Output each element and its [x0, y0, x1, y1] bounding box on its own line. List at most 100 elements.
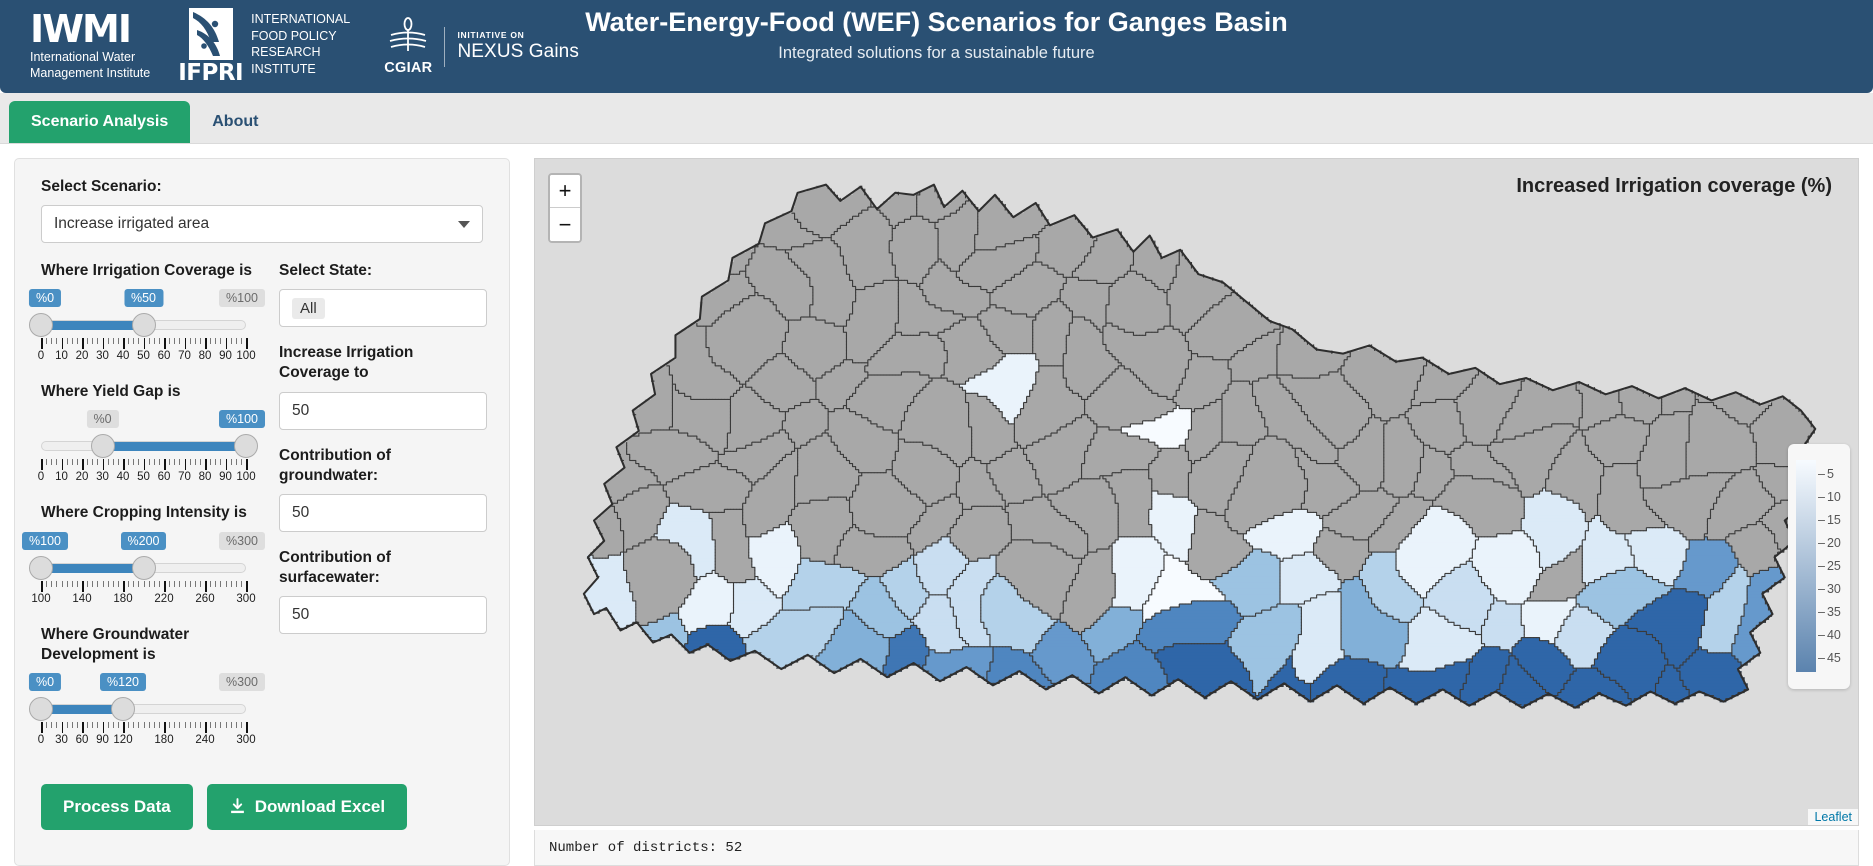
- slider-tick: [108, 459, 109, 465]
- slider-ruler-1: [41, 459, 246, 470]
- numeric-input-2[interactable]: 50: [279, 494, 487, 532]
- slider-handle-high-3[interactable]: [111, 697, 135, 721]
- slider-tick: [97, 581, 98, 587]
- slider-label-0: Where Irrigation Coverage is: [41, 261, 259, 281]
- numeric-input-1[interactable]: 50: [279, 392, 487, 430]
- slider-axis-label: 140: [72, 593, 91, 605]
- field-group-2: Contribution of groundwater:50: [279, 446, 487, 532]
- slider-tick: [241, 338, 242, 344]
- cgiar-initiative-name: NEXUS Gains: [457, 41, 578, 63]
- slider-tick: [154, 338, 155, 344]
- slider-handle-low-1[interactable]: [91, 434, 115, 458]
- slider-group-0: Where Irrigation Coverage is%0%50%100010…: [41, 261, 259, 366]
- slider-track-0[interactable]: [41, 313, 246, 337]
- slider-axis-label: 70: [178, 350, 191, 362]
- map-legend: 51015202530354045: [1788, 444, 1850, 689]
- slider-tick: [190, 722, 191, 728]
- slider-axis-label: 90: [219, 350, 232, 362]
- slider-handle-low-0[interactable]: [29, 313, 53, 337]
- slider-0-high-value: %50: [124, 289, 163, 307]
- slider-tick: [56, 338, 57, 344]
- cgiar-initiative-label: INITIATIVE ON: [457, 30, 578, 40]
- slider-tick: [179, 722, 180, 728]
- slider-tick: [87, 338, 88, 344]
- slider-tick: [128, 459, 129, 465]
- slider-3-low-value: %0: [29, 673, 61, 691]
- slider-tick: [67, 581, 68, 587]
- slider-tick: [246, 338, 248, 349]
- slider-tick: [200, 581, 201, 587]
- slider-tick: [241, 722, 242, 728]
- slider-tick: [154, 581, 155, 587]
- slider-axis-label: 300: [236, 734, 255, 746]
- ganges-basin-districts-map[interactable]: [535, 159, 1858, 825]
- slider-3-high-value: %120: [100, 673, 146, 691]
- field-value-3: 50: [292, 606, 309, 624]
- state-select[interactable]: All: [279, 289, 487, 327]
- slider-group-3: Where Groundwater Development is%0%120%3…: [41, 625, 259, 750]
- slider-axis-label: 260: [195, 593, 214, 605]
- slider-tick: [123, 722, 125, 733]
- slider-tick: [210, 459, 211, 465]
- download-excel-button[interactable]: Download Excel: [207, 784, 407, 830]
- slider-tick: [62, 722, 64, 733]
- slider-axis-label: 220: [154, 593, 173, 605]
- iwmi-wordmark-icon: IWMI: [30, 11, 130, 47]
- main-content: Select Scenario: Increase irrigated area…: [0, 144, 1873, 866]
- slider-axis-0: 0102030405060708090100: [41, 350, 246, 366]
- slider-handle-low-3[interactable]: [29, 697, 53, 721]
- slider-handle-high-2[interactable]: [132, 556, 156, 580]
- field-label-0: Select State:: [279, 261, 487, 281]
- map-title: Increased Irrigation coverage (%): [1516, 175, 1832, 198]
- slider-track-3[interactable]: [41, 697, 246, 721]
- legend-gradient-bar: [1796, 460, 1816, 672]
- slider-tick: [97, 459, 98, 465]
- map-district[interactable]: [633, 366, 673, 437]
- slider-tick: [113, 581, 114, 587]
- field-group-3: Contribution of surfacewater:50: [279, 548, 487, 634]
- slider-handle-low-2[interactable]: [29, 556, 53, 580]
- slider-tick: [62, 338, 64, 349]
- slider-tick: [46, 581, 47, 587]
- leaflet-attribution-link[interactable]: Leaflet: [1808, 809, 1858, 825]
- slider-tick: [123, 581, 125, 592]
- scenario-select[interactable]: Increase irrigated area: [41, 205, 483, 243]
- slider-tick: [46, 722, 47, 728]
- tab-about[interactable]: About: [190, 101, 280, 143]
- slider-axis-label: 90: [219, 471, 232, 483]
- slider-pips-0: %0%50%100: [41, 289, 259, 310]
- slider-tick: [77, 581, 78, 587]
- legend-tick: 20: [1818, 536, 1841, 550]
- slider-tick: [159, 459, 160, 465]
- slider-tick: [179, 338, 180, 344]
- numeric-input-3[interactable]: 50: [279, 596, 487, 634]
- slider-tick: [133, 338, 134, 344]
- field-group-1: Increase Irrigation Coverage to50: [279, 343, 487, 429]
- slider-axis-label: 300: [236, 593, 255, 605]
- slider-tick: [56, 459, 57, 465]
- slider-tick: [149, 581, 150, 587]
- zoom-in-button[interactable]: +: [550, 175, 580, 208]
- zoom-out-button[interactable]: −: [550, 208, 580, 241]
- slider-tick: [174, 581, 175, 587]
- leaflet-map[interactable]: + − Increased Irrigation coverage (%) 51…: [534, 158, 1859, 826]
- slider-axis-label: 20: [76, 350, 89, 362]
- process-data-button[interactable]: Process Data: [41, 784, 193, 830]
- slider-axis-label: 60: [158, 350, 171, 362]
- slider-axis-label: 100: [236, 350, 255, 362]
- slider-tick: [118, 581, 119, 587]
- tab-scenario-analysis[interactable]: Scenario Analysis: [9, 101, 190, 143]
- status-bar: Number of districts: 52: [534, 830, 1859, 866]
- slider-pips-3: %0%120%300: [41, 673, 259, 694]
- slider-tick: [67, 459, 68, 465]
- slider-track-2[interactable]: [41, 556, 246, 580]
- slider-tick: [41, 338, 43, 349]
- panel-columns: Where Irrigation Coverage is%0%50%100010…: [41, 261, 483, 766]
- slider-label-1: Where Yield Gap is: [41, 382, 259, 402]
- iwmi-tagline-line2: Management Institute: [30, 66, 150, 82]
- slider-tick: [169, 581, 170, 587]
- slider-handle-high-1[interactable]: [234, 434, 258, 458]
- slider-handle-high-0[interactable]: [132, 313, 156, 337]
- slider-axis-label: 80: [199, 471, 212, 483]
- slider-track-1[interactable]: [41, 434, 246, 458]
